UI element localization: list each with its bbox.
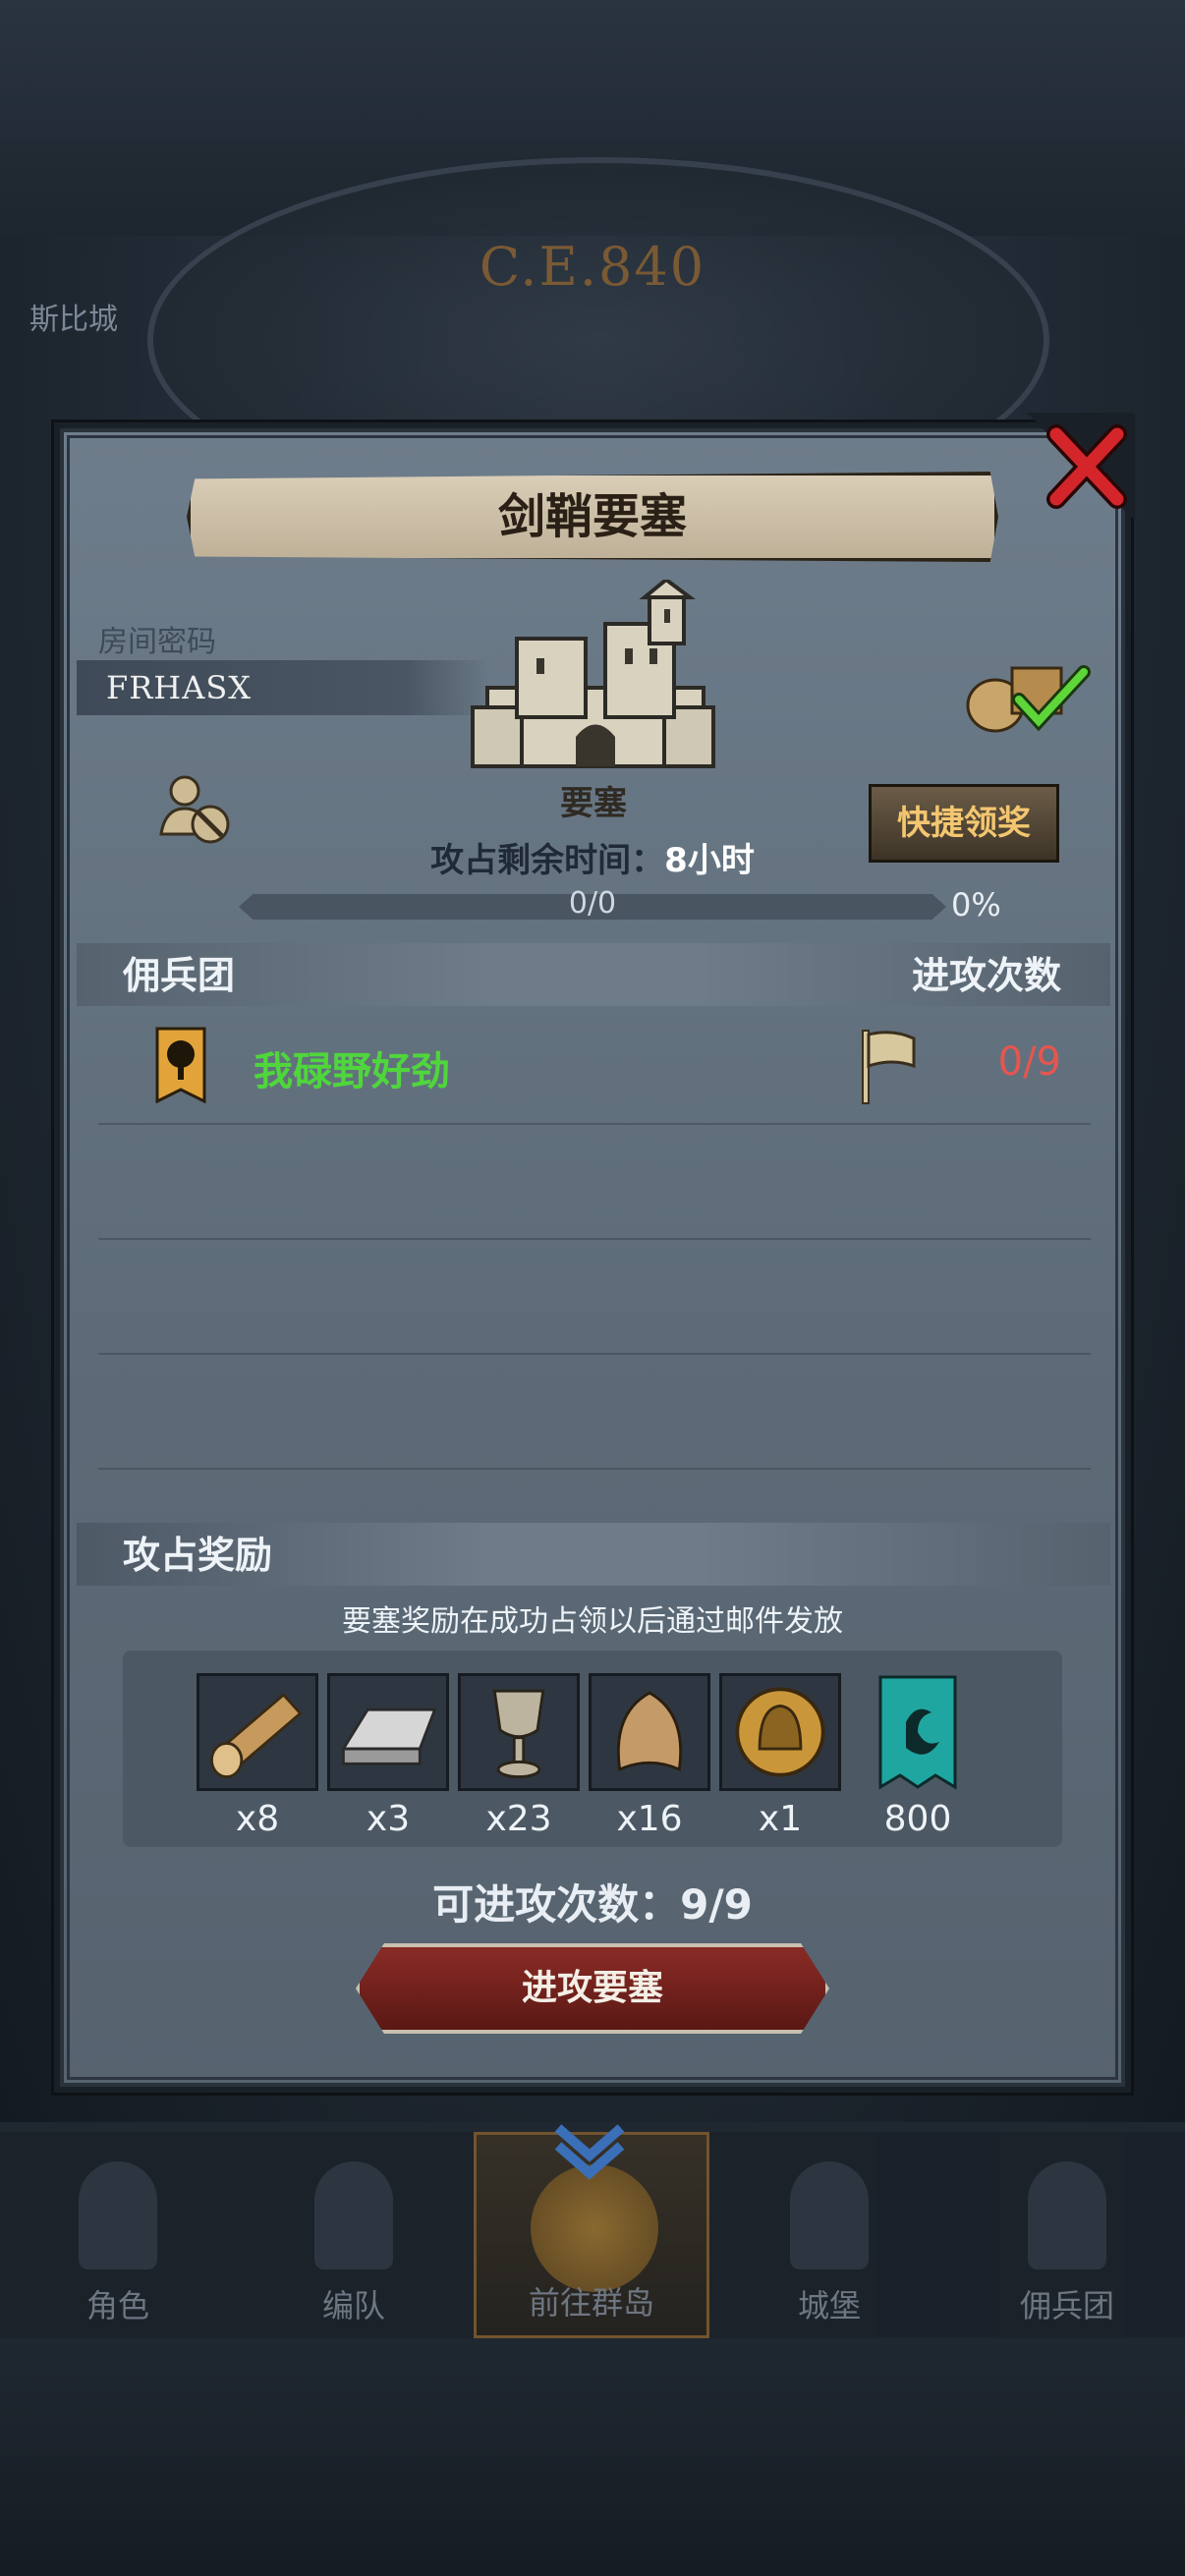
- reward-qty: x16: [616, 1799, 683, 1839]
- reward-header: 攻占奖励: [123, 1534, 273, 1577]
- capture-progress-percent: 0%: [951, 886, 1001, 924]
- background-city-name: 斯比城: [29, 303, 118, 337]
- reward-qty: x8: [235, 1799, 280, 1839]
- iron-ingot-icon: [327, 1673, 449, 1791]
- castle-icon: [790, 2161, 869, 2269]
- goblet-icon: [458, 1673, 580, 1791]
- guild-attack-count: 0/9: [997, 1039, 1061, 1085]
- nav-mercenaries[interactable]: 佣兵团: [949, 2132, 1185, 2338]
- nav-label: 城堡: [797, 2287, 861, 2324]
- reward-item[interactable]: x3: [327, 1673, 449, 1839]
- reward-bag-check-icon[interactable]: [958, 648, 1096, 737]
- nav-castle[interactable]: 城堡: [711, 2132, 947, 2338]
- fortress-type-label: 要塞: [560, 784, 627, 823]
- attack-fortress-label[interactable]: 进攻要塞: [356, 1943, 829, 2034]
- panel-title: 剑鞘要塞: [497, 489, 687, 544]
- reward-qty: x23: [485, 1799, 552, 1839]
- bottom-background: [0, 2338, 1185, 2576]
- wood-log-icon: [197, 1673, 318, 1791]
- fur-pelt-icon: [589, 1673, 710, 1791]
- fortress-icon: [471, 580, 715, 768]
- reward-item[interactable]: 800: [857, 1673, 979, 1839]
- knight-medal-icon: [719, 1673, 841, 1791]
- list-divider: [98, 1468, 1091, 1470]
- reward-qty: x1: [758, 1799, 803, 1839]
- room-password-value: FRHASX: [106, 669, 253, 706]
- reward-item[interactable]: x8: [197, 1673, 318, 1839]
- nav-label: 编队: [321, 2287, 385, 2324]
- list-divider: [98, 1238, 1091, 1240]
- guild-name: 我碌野好劲: [254, 1049, 450, 1094]
- guild-banner-icon: [878, 1675, 957, 1790]
- capture-progress-text: 0/0: [568, 886, 617, 921]
- knight-icon: [79, 2161, 157, 2269]
- time-remaining: 攻占剩余时间：8小时: [0, 833, 1185, 881]
- chevron-down-icon: [554, 2124, 625, 2180]
- nav-label: 前往群岛: [528, 2284, 654, 2322]
- time-remaining-label: 攻占剩余时间：: [430, 841, 665, 880]
- ship-icon: [1028, 2161, 1106, 2269]
- time-remaining-value: 8小时: [664, 841, 755, 880]
- attemptable-count: 可进攻次数：9/9: [432, 1880, 753, 1929]
- attacks-header: 进攻次数: [911, 954, 1061, 997]
- reward-qty: x3: [366, 1799, 411, 1839]
- year-label: C.E.840: [479, 236, 706, 298]
- list-divider: [98, 1353, 1091, 1355]
- reward-qty: 800: [883, 1799, 952, 1839]
- room-password-label: 房间密码: [98, 625, 216, 659]
- reward-item[interactable]: x23: [458, 1673, 580, 1839]
- nav-label: 角色: [85, 2287, 149, 2324]
- nav-label: 佣兵团: [1019, 2287, 1114, 2324]
- guild-banner-tree-icon: [155, 1027, 206, 1103]
- reward-item[interactable]: x16: [589, 1673, 710, 1839]
- helmet-icon: [314, 2161, 393, 2269]
- mercenaries-header: 佣兵团: [123, 954, 236, 997]
- reward-item[interactable]: x1: [719, 1673, 841, 1839]
- reward-note: 要塞奖励在成功占领以后通过邮件发放: [342, 1604, 843, 1639]
- nav-formation[interactable]: 编队: [236, 2132, 472, 2338]
- nav-character[interactable]: 角色: [0, 2132, 236, 2338]
- flag-icon: [862, 1030, 916, 1104]
- islands-globe-icon: [531, 2164, 658, 2292]
- close-icon[interactable]: [1027, 413, 1135, 521]
- list-divider: [98, 1123, 1091, 1125]
